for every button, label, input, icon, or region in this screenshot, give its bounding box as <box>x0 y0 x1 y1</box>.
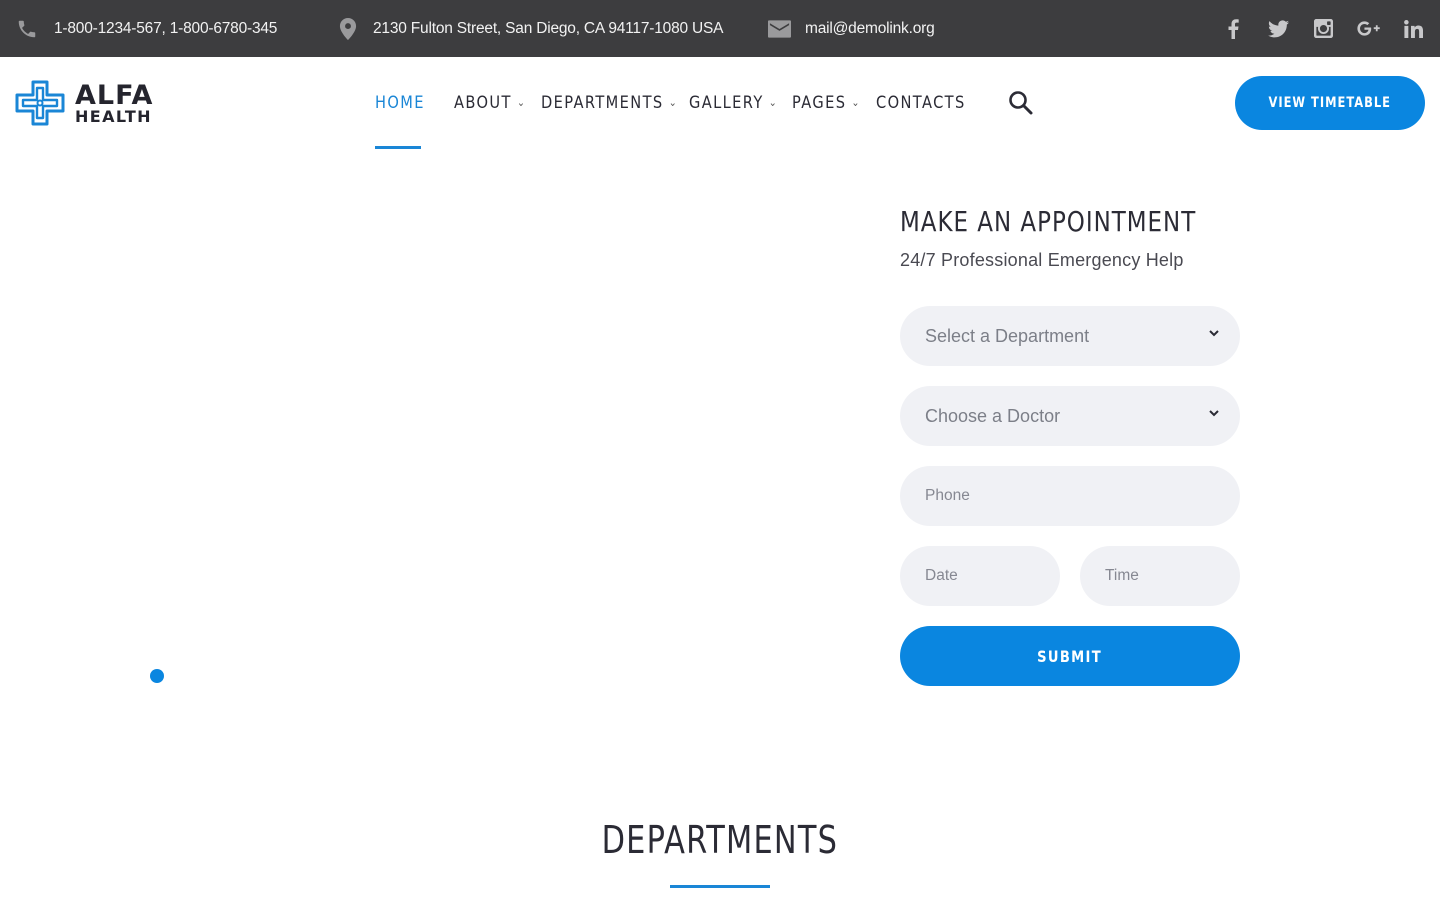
chevron-down-icon: ⌄ <box>851 95 861 109</box>
view-timetable-label: VIEW TIMETABLE <box>1268 95 1392 111</box>
chevron-down-icon <box>1209 410 1219 417</box>
nav-label-home: HOME <box>375 93 425 113</box>
search-button[interactable] <box>1008 90 1034 116</box>
linkedin-icon <box>1404 19 1423 38</box>
chevron-down-icon: ⌄ <box>668 95 679 109</box>
appointment-title: MAKE AN APPOINTMENT <box>900 205 1197 238</box>
doctor-select-value: Choose a Doctor <box>925 405 1061 426</box>
google-plus-link[interactable] <box>1346 0 1391 57</box>
top-info-bar: 1-800-1234-567, 1-800-6780-345 2130 Fult… <box>0 0 1440 57</box>
phone-numbers[interactable]: 1-800-1234-567, 1-800-6780-345 <box>54 20 277 38</box>
google-plus-icon <box>1357 21 1380 36</box>
contact-address: 2130 Fulton Street, San Diego, CA 94117-… <box>339 0 723 57</box>
site-logo[interactable]: ALFA HEALTH <box>14 79 153 127</box>
department-select[interactable]: Select a Department <box>900 306 1240 366</box>
contact-email: mail@demolink.org <box>768 0 935 57</box>
submit-label: SUBMIT <box>1037 646 1103 666</box>
date-placeholder: Date <box>925 567 958 584</box>
logo-wordmark: ALFA HEALTH <box>75 82 153 125</box>
nav-active-indicator <box>375 146 421 149</box>
nav-label-departments: DEPARTMENTS <box>541 93 664 113</box>
slider-pagination-dot[interactable] <box>150 669 164 683</box>
linkedin-link[interactable] <box>1391 0 1436 57</box>
nav-item-about[interactable]: ABOUT ⌄ <box>454 57 529 149</box>
nav-label-gallery: GALLERY <box>689 93 764 113</box>
view-timetable-button[interactable]: VIEW TIMETABLE <box>1235 76 1425 130</box>
time-placeholder: Time <box>1105 567 1139 584</box>
instagram-icon <box>1314 19 1333 38</box>
main-header: ALFA HEALTH HOME ABOUT ⌄ DEPARTMENTS ⌄ GAL… <box>0 57 1440 149</box>
departments-underline <box>670 885 770 888</box>
cross-logo-icon <box>15 80 65 126</box>
phone-placeholder: Phone <box>925 487 970 504</box>
phone-icon <box>18 20 36 37</box>
appointment-subtitle: 24/7 Professional Emergency Help <box>900 250 1184 270</box>
twitter-link[interactable] <box>1256 0 1301 57</box>
appointment-form: MAKE AN APPOINTMENT 24/7 Professional Em… <box>900 200 1240 686</box>
submit-button[interactable]: SUBMIT <box>900 626 1240 686</box>
nav-item-gallery[interactable]: GALLERY ⌄ <box>689 57 778 149</box>
nav-label-contacts: CONTACTS <box>876 93 966 113</box>
time-field[interactable]: Time <box>1080 546 1240 606</box>
nav-item-contacts[interactable]: CONTACTS <box>876 57 971 149</box>
departments-title: DEPARTMENTS <box>601 818 839 862</box>
main-navigation: HOME ABOUT ⌄ DEPARTMENTS ⌄ GALLERY ⌄ PAGES ⌄… <box>375 57 986 149</box>
facebook-icon <box>1228 18 1239 39</box>
twitter-icon <box>1268 19 1289 37</box>
nav-item-home[interactable]: HOME <box>375 57 443 149</box>
logo-line-1: ALFA <box>75 79 154 111</box>
location-pin-icon <box>339 17 357 40</box>
nav-label-about: ABOUT <box>454 93 512 113</box>
nav-item-pages[interactable]: PAGES ⌄ <box>792 57 864 149</box>
phone-field[interactable]: Phone <box>900 466 1240 526</box>
nav-label-pages: PAGES <box>792 93 847 113</box>
search-icon <box>1009 91 1033 115</box>
chevron-down-icon: ⌄ <box>768 95 779 109</box>
address-text[interactable]: 2130 Fulton Street, San Diego, CA 94117-… <box>373 20 723 38</box>
facebook-link[interactable] <box>1211 0 1256 57</box>
departments-heading: DEPARTMENTS <box>0 818 1440 862</box>
doctor-select[interactable]: Choose a Doctor <box>900 386 1240 446</box>
mail-icon <box>768 19 791 38</box>
instagram-link[interactable] <box>1301 0 1346 57</box>
date-field[interactable]: Date <box>900 546 1060 606</box>
email-link[interactable]: mail@demolink.org <box>805 20 935 38</box>
chevron-down-icon: ⌄ <box>516 95 527 109</box>
nav-item-departments[interactable]: DEPARTMENTS ⌄ <box>541 57 677 149</box>
contact-phone: 1-800-1234-567, 1-800-6780-345 <box>16 0 277 57</box>
social-links <box>1211 0 1436 57</box>
chevron-down-icon <box>1209 330 1219 337</box>
department-select-value: Select a Department <box>925 325 1090 346</box>
logo-line-2: HEALTH <box>75 106 152 126</box>
